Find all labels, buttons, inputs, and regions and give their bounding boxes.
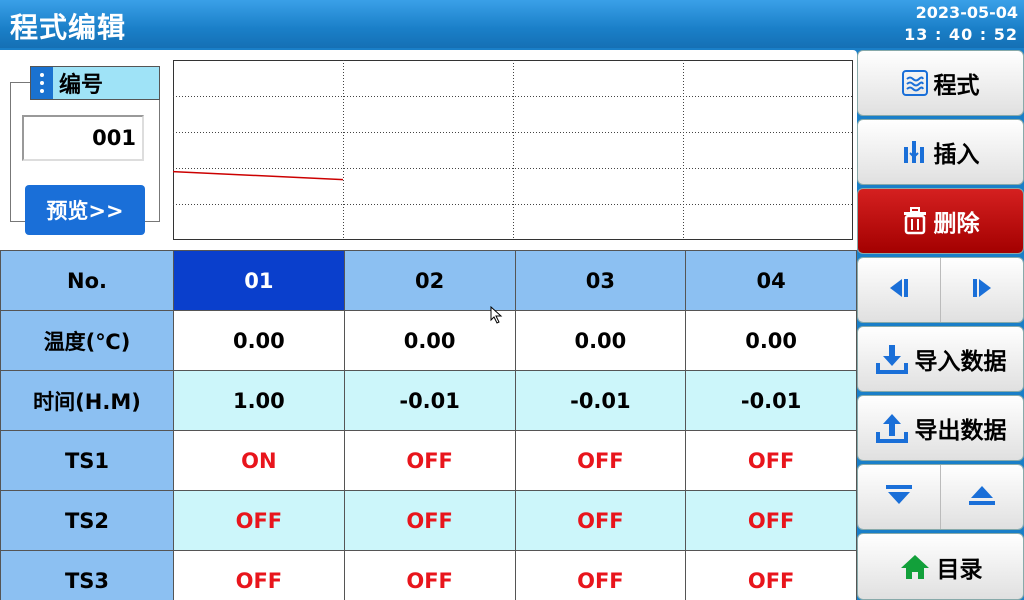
table-row: TS3 OFF OFF OFF OFF bbox=[0, 550, 857, 600]
program-button[interactable]: 程式 bbox=[857, 50, 1024, 116]
program-curve-chart bbox=[173, 60, 853, 240]
table-cell[interactable]: -0.01 bbox=[514, 370, 687, 431]
trash-icon bbox=[902, 207, 928, 235]
insert-icon bbox=[902, 139, 928, 165]
step-right-button[interactable] bbox=[940, 258, 1023, 322]
mouse-cursor-icon bbox=[490, 306, 503, 324]
menu-button[interactable]: 目录 bbox=[857, 533, 1024, 600]
program-number-input[interactable] bbox=[22, 115, 144, 161]
step-left-icon bbox=[886, 275, 912, 305]
home-icon bbox=[899, 553, 931, 581]
row-label: 时间(H.M) bbox=[0, 370, 174, 431]
date-display: 2023-05-04 bbox=[915, 3, 1018, 22]
insert-button[interactable]: 插入 bbox=[857, 119, 1024, 185]
table-row: 温度(℃) 0.00 0.00 0.00 0.00 bbox=[0, 310, 857, 371]
menu-button-label: 目录 bbox=[936, 556, 983, 583]
column-header-step[interactable]: 01 bbox=[173, 250, 345, 311]
table-row: TS1 ON OFF OFF OFF bbox=[0, 430, 857, 491]
table-cell[interactable]: 0.00 bbox=[173, 310, 345, 371]
column-header-no: No. bbox=[0, 250, 174, 311]
table-cell[interactable]: OFF bbox=[514, 490, 687, 551]
table-cell[interactable]: OFF bbox=[173, 490, 345, 551]
import-data-button[interactable]: 导入数据 bbox=[857, 326, 1024, 392]
column-header-step[interactable]: 02 bbox=[343, 250, 516, 311]
delete-button-label: 删除 bbox=[933, 211, 980, 237]
table-cell[interactable]: OFF bbox=[685, 550, 857, 600]
table-cell[interactable]: OFF bbox=[514, 430, 687, 491]
step-nav-group bbox=[857, 257, 1024, 323]
program-number-label-text: 编号 bbox=[59, 73, 104, 98]
row-label: 温度(℃) bbox=[0, 310, 174, 371]
step-left-button[interactable] bbox=[858, 258, 940, 322]
preview-button[interactable]: 预览>> bbox=[25, 185, 145, 235]
table-cell[interactable]: OFF bbox=[514, 550, 687, 600]
main-panel: 编号 预览>> No.01020304温度(℃)0.000.000.000.00… bbox=[0, 50, 857, 600]
arrow-up-icon bbox=[967, 482, 997, 512]
program-table: No. 01 02 03 04 温度(℃) 0.00 0.00 0.00 0.00 时间(H.M) 1… bbox=[0, 250, 857, 600]
table-cell[interactable]: 0.00 bbox=[514, 310, 687, 371]
program-button-label: 程式 bbox=[933, 73, 980, 99]
arrow-down-icon bbox=[884, 482, 914, 512]
table-cell[interactable]: 1.00 bbox=[173, 370, 345, 431]
row-label: TS1 bbox=[0, 430, 174, 491]
table-cell[interactable]: OFF bbox=[173, 550, 345, 600]
export-data-button[interactable]: 导出数据 bbox=[857, 395, 1024, 461]
step-right-icon bbox=[969, 275, 995, 305]
column-header-step[interactable]: 03 bbox=[514, 250, 687, 311]
row-label: TS2 bbox=[0, 490, 174, 551]
table-cell[interactable]: -0.01 bbox=[685, 370, 857, 431]
page-title: 程式编辑 bbox=[10, 11, 127, 44]
menu-dots-icon bbox=[31, 67, 53, 99]
scroll-down-button[interactable] bbox=[858, 465, 940, 529]
import-icon bbox=[875, 343, 909, 375]
table-cell[interactable]: OFF bbox=[343, 490, 516, 551]
title-bar: 程式编辑 2023-05-04 13 : 40 : 52 bbox=[0, 0, 1024, 48]
program-icon bbox=[901, 70, 928, 96]
export-data-label: 导出数据 bbox=[914, 418, 1007, 444]
delete-button[interactable]: 删除 bbox=[857, 188, 1024, 254]
table-cell[interactable]: ON bbox=[173, 430, 345, 491]
row-nav-group bbox=[857, 464, 1024, 530]
time-display: 13 : 40 : 52 bbox=[904, 25, 1018, 44]
table-cell[interactable]: 0.00 bbox=[685, 310, 857, 371]
column-header-step[interactable]: 04 bbox=[685, 250, 857, 311]
import-data-label: 导入数据 bbox=[914, 349, 1007, 375]
row-label: TS3 bbox=[0, 550, 174, 600]
table-cell[interactable]: OFF bbox=[685, 490, 857, 551]
table-cell[interactable]: -0.01 bbox=[343, 370, 516, 431]
program-number-label: 编号 bbox=[30, 66, 160, 100]
table-row: TS2 OFF OFF OFF OFF bbox=[0, 490, 857, 551]
table-cell[interactable]: OFF bbox=[343, 550, 516, 600]
table-row: 时间(H.M) 1.00 -0.01 -0.01 -0.01 bbox=[0, 370, 857, 431]
table-cell[interactable]: OFF bbox=[343, 430, 516, 491]
export-icon bbox=[875, 412, 909, 444]
table-cell[interactable]: OFF bbox=[685, 430, 857, 491]
insert-button-label: 插入 bbox=[933, 142, 980, 168]
scroll-up-button[interactable] bbox=[940, 465, 1023, 529]
table-header-row: No. 01 02 03 04 bbox=[0, 250, 857, 311]
